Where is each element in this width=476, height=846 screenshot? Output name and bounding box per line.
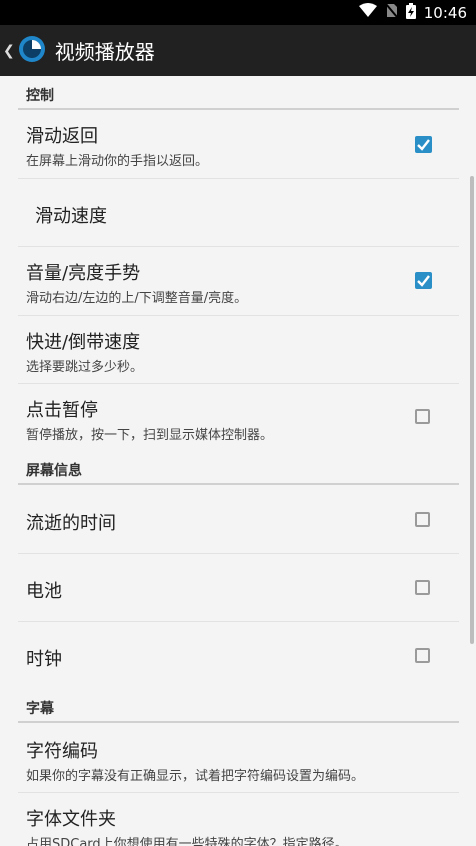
- elapsed-time-checkbox[interactable]: [415, 512, 430, 527]
- battery-charging-icon: [405, 2, 416, 23]
- settings-list[interactable]: 控制 滑动返回 在屏幕上滑动你的手指以返回。 滑动速度 音量/亮度手势 滑动右边…: [0, 76, 476, 846]
- pref-title: 点击暂停: [26, 400, 98, 421]
- pref-volume-gesture[interactable]: 音量/亮度手势 滑动右边/左边的上/下调整音量/亮度。: [18, 247, 459, 315]
- pref-title: 音量/亮度手势: [26, 263, 141, 284]
- pref-clock[interactable]: 时钟: [18, 622, 459, 690]
- status-time: 10:46: [423, 3, 467, 22]
- volume-gesture-checkbox[interactable]: [415, 272, 432, 289]
- pref-title: 时钟: [26, 649, 62, 670]
- pref-title: 滑动速度: [35, 206, 107, 227]
- pref-summary: 滑动右边/左边的上/下调整音量/亮度。: [26, 291, 248, 306]
- pref-summary: 选择要跳过多少秒。: [26, 360, 144, 375]
- pref-summary: 在屏幕上滑动你的手指以返回。: [26, 154, 209, 169]
- pref-title: 字体文件夹: [26, 809, 116, 830]
- checkbox-checked-icon: [415, 136, 432, 153]
- pref-title: 电池: [26, 581, 62, 602]
- checkbox-checked-icon: [415, 272, 432, 289]
- pref-swipe-speed[interactable]: 滑动速度: [18, 179, 459, 247]
- pref-title: 滑动返回: [26, 126, 98, 147]
- back-chevron-icon[interactable]: ❮: [3, 43, 15, 59]
- status-bar: 10:46: [0, 0, 476, 25]
- pref-char-encoding[interactable]: 字符编码 如果你的字幕没有正确显示，试着把字符编码设置为编码。: [18, 723, 459, 791]
- scrollbar[interactable]: [470, 176, 474, 644]
- pref-title: 快进/倒带速度: [26, 332, 141, 353]
- section-header-control: 控制: [26, 88, 54, 104]
- no-sim-icon: [385, 3, 398, 22]
- pref-title: 字符编码: [26, 741, 98, 762]
- pref-title: 流逝的时间: [26, 513, 116, 534]
- app-logo-icon[interactable]: [17, 34, 47, 68]
- swipe-back-checkbox[interactable]: [415, 136, 432, 153]
- pref-summary: 如果你的字幕没有正确显示，试着把字符编码设置为编码。: [26, 769, 365, 784]
- app-title: 视频播放器: [54, 40, 155, 64]
- app-bar: ❮ 视频播放器: [0, 25, 476, 76]
- section-header-subtitle: 字幕: [26, 701, 54, 717]
- pref-seek-speed[interactable]: 快进/倒带速度 选择要跳过多少秒。: [18, 316, 459, 384]
- battery-checkbox[interactable]: [415, 580, 430, 595]
- pref-font-folder[interactable]: 字体文件夹 占用SDCard上你想使用有一些特殊的字体？指定路径。: [18, 793, 459, 846]
- pref-elapsed-time[interactable]: 流逝的时间: [18, 485, 459, 553]
- section-header-screen-info: 屏幕信息: [26, 463, 82, 479]
- wifi-icon: [358, 3, 377, 22]
- pref-battery[interactable]: 电池: [18, 554, 459, 622]
- pref-summary: 占用SDCard上你想使用有一些特殊的字体？指定路径。: [26, 837, 348, 846]
- clock-checkbox[interactable]: [415, 648, 430, 663]
- tap-pause-checkbox[interactable]: [415, 409, 430, 424]
- pref-summary: 暂停播放，按一下，扫到显示媒体控制器。: [26, 428, 274, 443]
- pref-swipe-back[interactable]: 滑动返回 在屏幕上滑动你的手指以返回。: [18, 110, 459, 178]
- pref-tap-pause[interactable]: 点击暂停 暂停播放，按一下，扫到显示媒体控制器。: [18, 384, 459, 452]
